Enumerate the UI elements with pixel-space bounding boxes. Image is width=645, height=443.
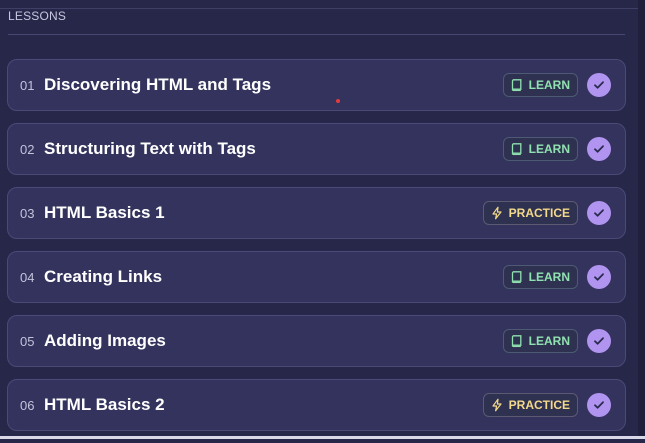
lesson-number: 05 xyxy=(20,333,35,349)
learn-badge: LEARN xyxy=(502,137,578,161)
lesson-card-1[interactable]: 01 Discovering HTML and Tags LEARN xyxy=(7,59,626,111)
book-icon xyxy=(511,271,522,284)
lesson-number: 02 xyxy=(20,141,35,157)
checkmark-icon xyxy=(594,145,604,153)
lesson-title: Creating Links xyxy=(44,267,163,286)
practice-badge: PRACTICE xyxy=(482,201,578,225)
completed-check-button[interactable] xyxy=(587,201,611,225)
badge-label: LEARN xyxy=(528,270,570,284)
top-divider xyxy=(0,8,645,9)
checkmark-icon xyxy=(594,273,604,281)
lesson-number: 01 xyxy=(20,77,35,93)
book-icon xyxy=(511,79,522,92)
badge-label: LEARN xyxy=(528,142,570,156)
lesson-title: HTML Basics 1 xyxy=(44,203,165,222)
lightning-icon xyxy=(492,398,502,412)
lesson-card-3[interactable]: 03 HTML Basics 1 PRACTICE xyxy=(7,187,626,239)
lesson-list: 01 Discovering HTML and Tags LEARN 02 St… xyxy=(7,59,626,443)
lesson-card-4[interactable]: 04 Creating Links LEARN xyxy=(7,251,626,303)
learn-badge: LEARN xyxy=(502,265,578,289)
checkmark-icon xyxy=(594,81,604,89)
practice-badge: PRACTICE xyxy=(482,393,578,417)
checkmark-icon xyxy=(594,401,604,409)
lesson-title: Structuring Text with Tags xyxy=(44,139,256,158)
learn-badge: LEARN xyxy=(502,73,578,97)
mouse-pointer-dot xyxy=(336,99,340,103)
lesson-card-5[interactable]: 05 Adding Images LEARN xyxy=(7,315,626,367)
lesson-card-2[interactable]: 02 Structuring Text with Tags LEARN xyxy=(7,123,626,175)
right-edge-panel xyxy=(638,0,645,439)
checkmark-icon xyxy=(594,209,604,217)
badge-label: PRACTICE xyxy=(508,206,570,220)
learn-badge: LEARN xyxy=(502,329,578,353)
lesson-number: 03 xyxy=(20,205,35,221)
section-divider xyxy=(8,34,625,35)
completed-check-button[interactable] xyxy=(587,73,611,97)
lesson-title: Adding Images xyxy=(44,331,166,350)
badge-label: PRACTICE xyxy=(508,398,570,412)
lesson-title: Discovering HTML and Tags xyxy=(44,75,272,94)
completed-check-button[interactable] xyxy=(587,329,611,353)
lightning-icon xyxy=(492,206,502,220)
badge-label: LEARN xyxy=(528,78,570,92)
book-icon xyxy=(511,335,522,348)
lesson-number: 06 xyxy=(20,397,35,413)
section-title: LESSONS xyxy=(8,9,67,23)
lesson-title: HTML Basics 2 xyxy=(44,395,165,414)
lesson-card-6[interactable]: 06 HTML Basics 2 PRACTICE xyxy=(7,379,626,431)
badge-label: LEARN xyxy=(528,334,570,348)
book-icon xyxy=(511,143,522,156)
completed-check-button[interactable] xyxy=(587,393,611,417)
completed-check-button[interactable] xyxy=(587,137,611,161)
lesson-number: 04 xyxy=(20,269,35,285)
checkmark-icon xyxy=(594,337,604,345)
completed-check-button[interactable] xyxy=(587,265,611,289)
